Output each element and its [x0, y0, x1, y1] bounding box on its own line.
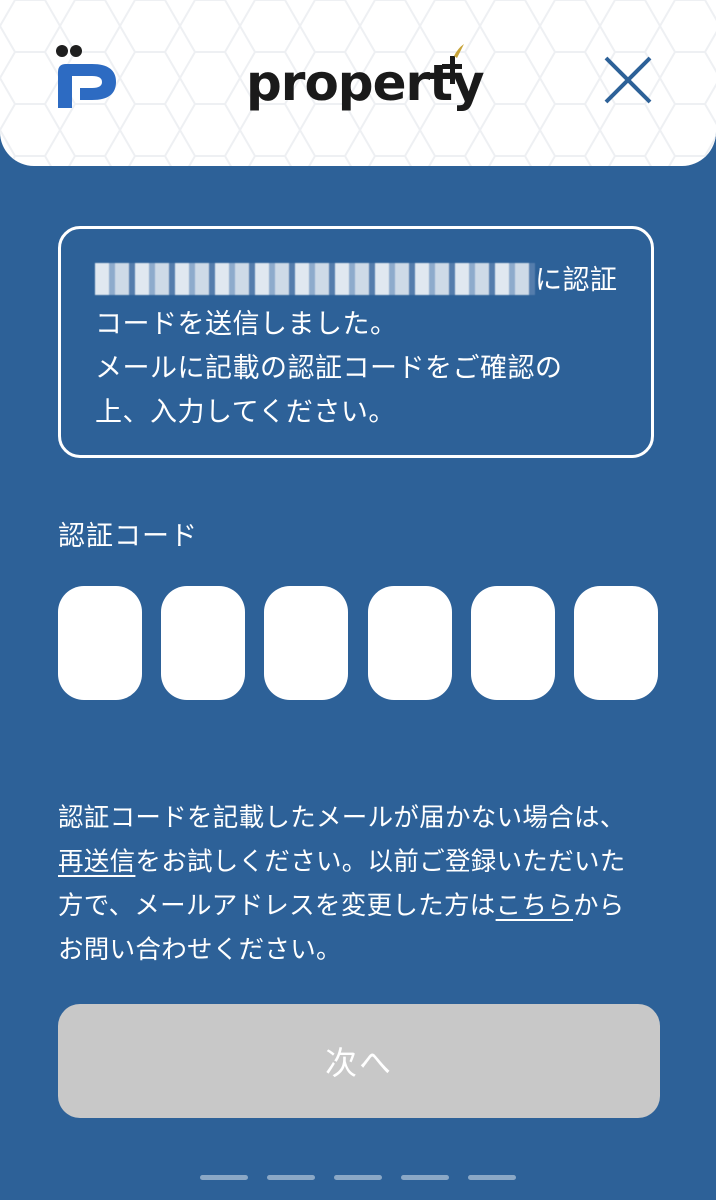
- page-dot: [401, 1175, 449, 1180]
- code-digit-6[interactable]: [574, 586, 658, 700]
- notice-line-1: に認証: [95, 259, 623, 303]
- notice-line-4: 上、入力してください。: [95, 397, 396, 428]
- next-button[interactable]: 次へ: [58, 1004, 660, 1118]
- notice-line-2: コードを送信しました。: [95, 309, 398, 340]
- code-digit-5[interactable]: [471, 586, 555, 700]
- help-text: 認証コードを記載したメールが届かない場合は、 再送信をお試しください。以前ご登録…: [58, 796, 668, 972]
- help-line-4: お問い合わせください。: [58, 935, 342, 965]
- code-digit-2[interactable]: [161, 586, 245, 700]
- page-dot: [468, 1175, 516, 1180]
- code-digit-3[interactable]: [264, 586, 348, 700]
- contact-here-link[interactable]: こちら: [496, 891, 573, 921]
- notice-line-1-suffix: に認証: [535, 265, 618, 296]
- code-digit-4[interactable]: [368, 586, 452, 700]
- property-plus-logo-icon: [56, 45, 116, 108]
- page-indicator: [200, 1175, 520, 1181]
- help-line-3-text: 方で、メールアドレスを変更した方は: [58, 891, 496, 921]
- page-dot: [200, 1175, 248, 1180]
- code-input-row: [58, 586, 660, 700]
- resend-link[interactable]: 再送信: [58, 847, 135, 877]
- masked-email: [95, 263, 535, 295]
- help-line-3: 方で、メールアドレスを変更した方はこちらから: [58, 884, 668, 928]
- code-label: 認証コード: [58, 521, 198, 552]
- notice-line-3: メールに記載の認証コードをご確認の: [95, 353, 563, 384]
- code-digit-1[interactable]: [58, 586, 142, 700]
- help-line-3-suffix: から: [573, 891, 625, 921]
- verification-notice: に認証 コードを送信しました。 メールに記載の認証コードをご確認の 上、入力して…: [58, 226, 654, 458]
- page-dot: [334, 1175, 382, 1180]
- page-dot: [267, 1175, 315, 1180]
- help-line-1: 認証コードを記載したメールが届かない場合は、: [58, 803, 626, 833]
- brand-plus-icon: [442, 44, 464, 84]
- close-icon[interactable]: [600, 52, 656, 108]
- app-header: property: [0, 0, 716, 166]
- help-line-2-text: をお試しください。以前ご登録いただいた: [135, 847, 626, 877]
- help-line-2: 再送信をお試しください。以前ご登録いただいた: [58, 840, 668, 884]
